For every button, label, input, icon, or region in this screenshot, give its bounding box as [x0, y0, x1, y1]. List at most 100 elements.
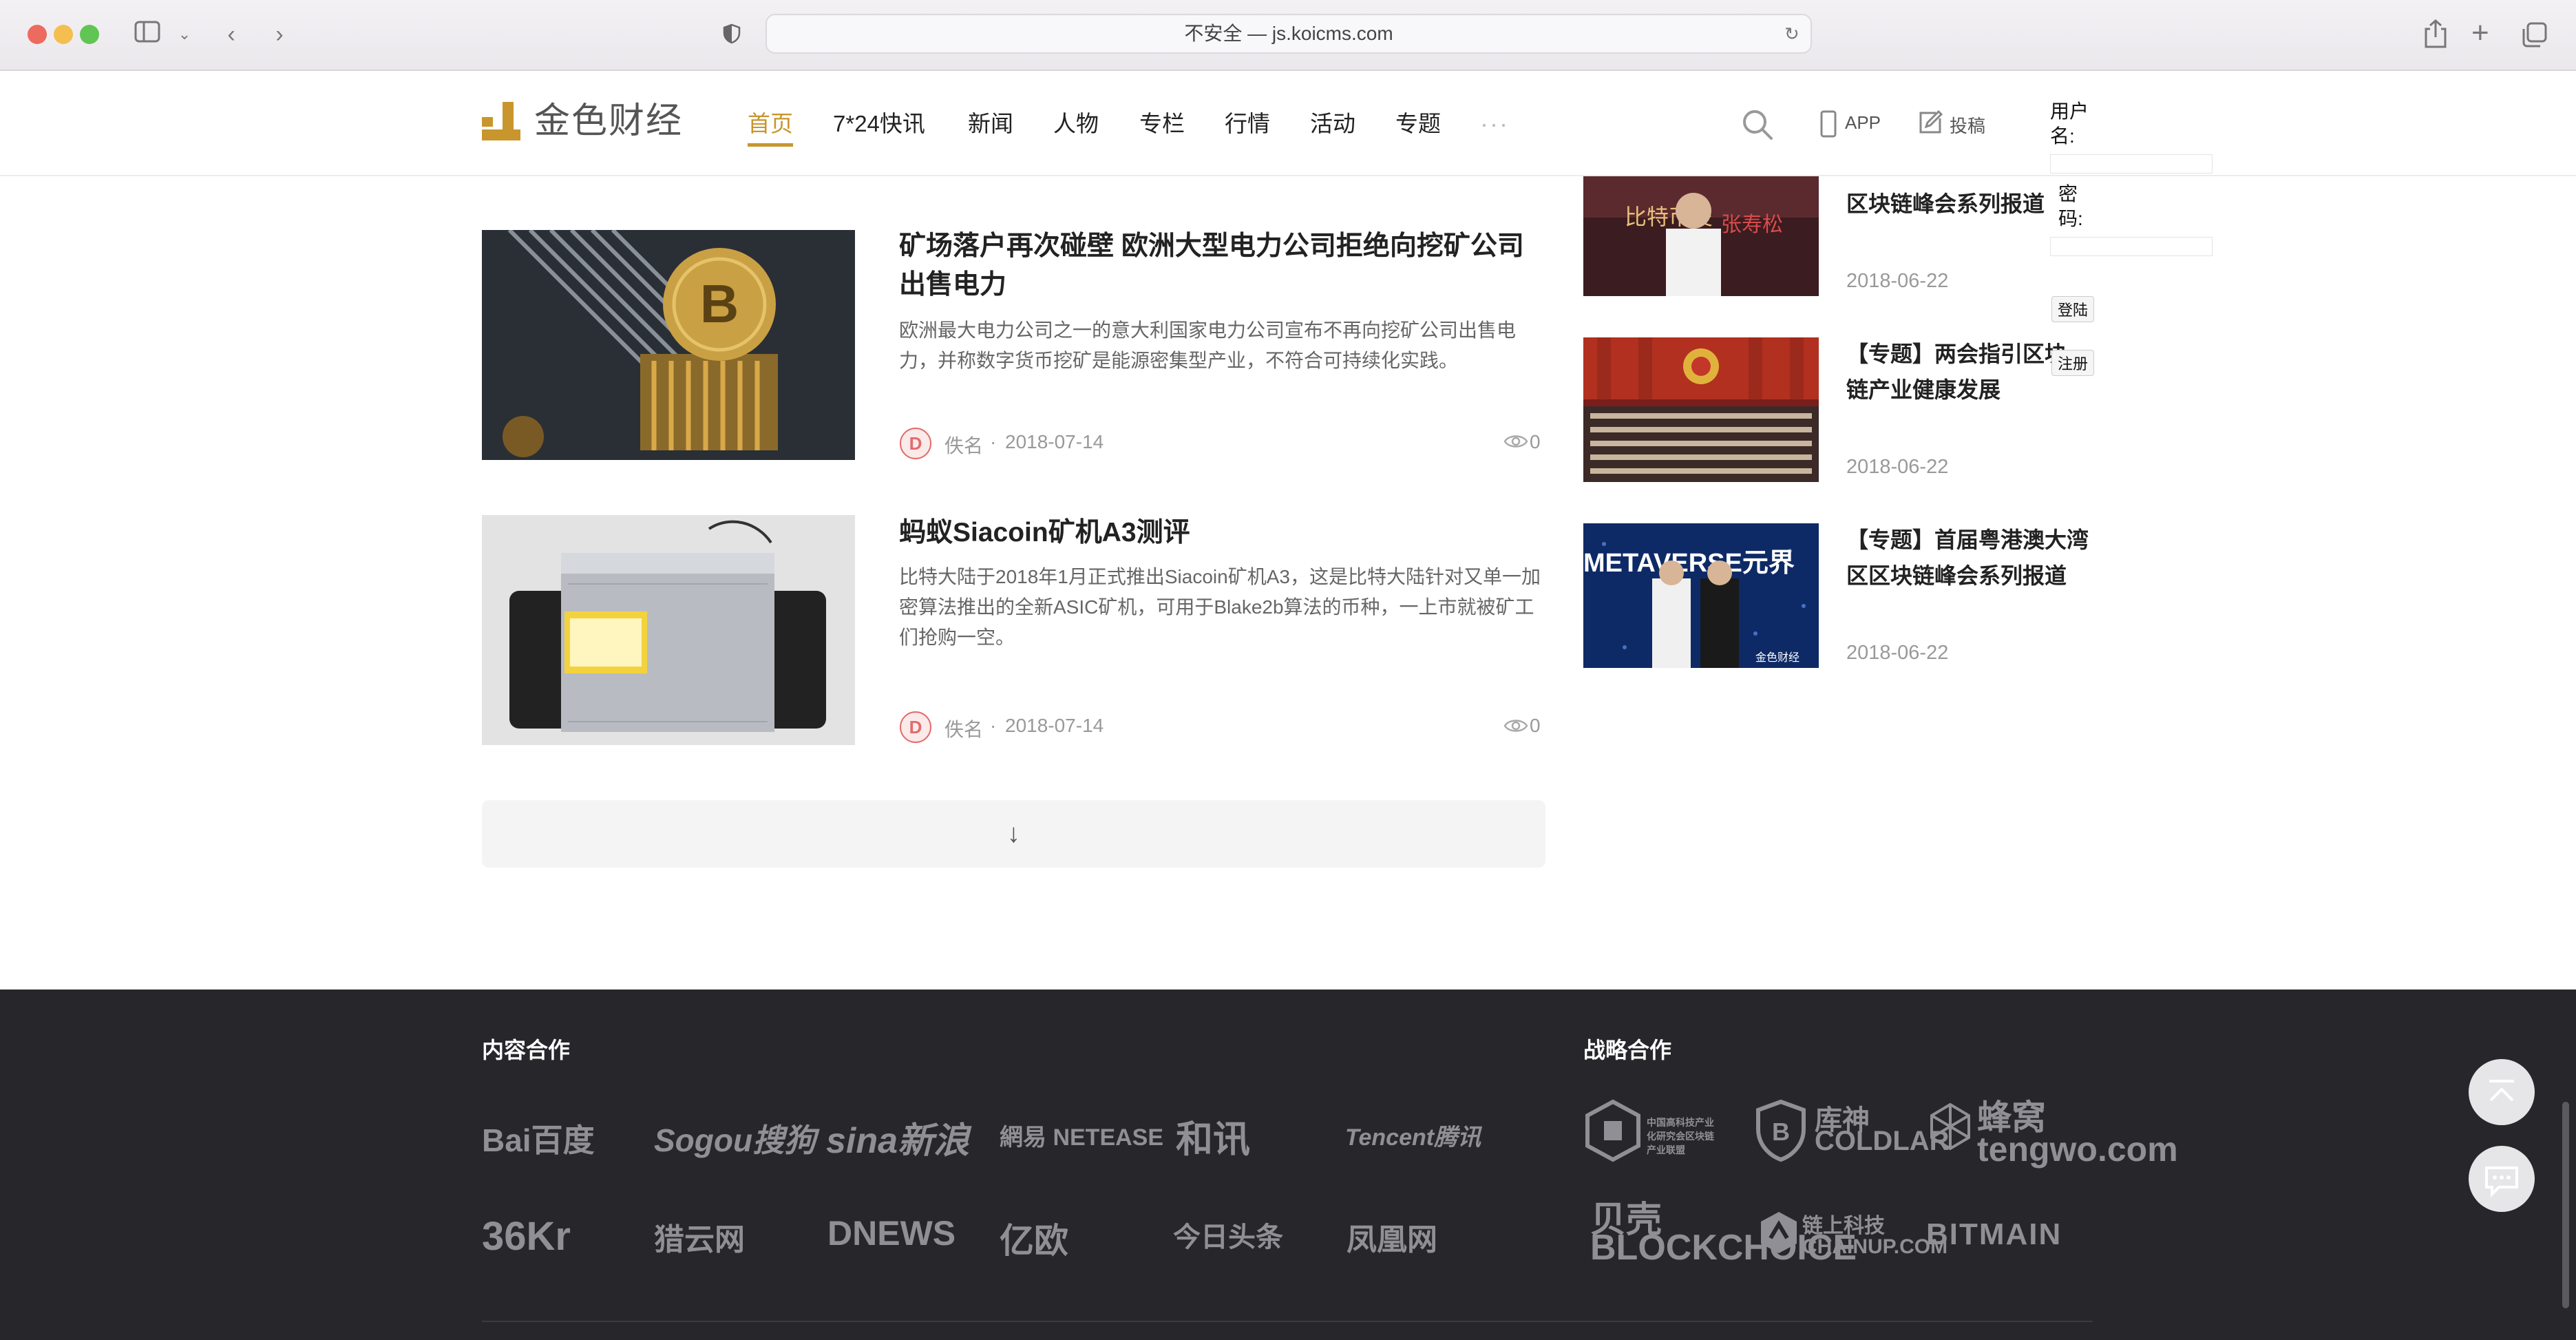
- partner-logo-dnews[interactable]: DNEWS: [827, 1213, 956, 1253]
- strategic-partners-heading: 战略合作: [1583, 1038, 1672, 1062]
- topic-date: 2018-06-22: [1846, 270, 1949, 292]
- svg-text:金色财经: 金色财经: [1755, 651, 1799, 664]
- nav-topics[interactable]: 专题: [1395, 109, 1441, 139]
- article-thumbnail[interactable]: B: [482, 230, 855, 460]
- topic-title[interactable]: 区块链峰会系列报道: [1846, 186, 2053, 222]
- phone-icon[interactable]: [1820, 110, 1837, 138]
- browser-toolbar: ⌄ ‹ › 不安全 — js.koicms.com ↻ +: [0, 0, 2576, 71]
- chevron-down-icon[interactable]: ⌄: [171, 21, 198, 48]
- zoom-window-button[interactable]: [80, 25, 99, 44]
- chat-icon[interactable]: [2469, 1146, 2535, 1212]
- partner-logo-union-icon[interactable]: [1583, 1099, 1643, 1162]
- partner-logo-coldlar-icon[interactable]: B: [1755, 1099, 1806, 1162]
- sidebar-toggle-icon[interactable]: [134, 21, 161, 48]
- partner-logo-tengwo-icon[interactable]: [1926, 1102, 1974, 1160]
- partner-logo-ifeng[interactable]: 凤凰网: [1347, 1215, 1437, 1259]
- topic-thumbnail[interactable]: 比特币交 张寿松: [1583, 176, 1819, 296]
- article-thumbnail[interactable]: [482, 515, 855, 745]
- partner-logo-tengwo[interactable]: 蜂窝 tengwo.com: [1977, 1100, 2178, 1166]
- partner-logo-sina[interactable]: sina新浪: [826, 1111, 969, 1163]
- partner-logo-lieyun[interactable]: 猎云网: [654, 1215, 745, 1259]
- load-more-button[interactable]: ↓: [482, 800, 1545, 868]
- username-input[interactable]: [2050, 154, 2213, 174]
- app-link[interactable]: APP: [1845, 112, 1881, 134]
- svg-text:METAVERSE元界: METAVERSE元界: [1583, 549, 1795, 578]
- address-bar[interactable]: 不安全 — js.koicms.com: [766, 14, 1812, 54]
- edit-icon[interactable]: [1918, 109, 1943, 135]
- page-scrollbar[interactable]: [2562, 1102, 2569, 1308]
- view-count: 0: [1530, 431, 1541, 452]
- partner-logo-bitmain[interactable]: BITMAIN: [1926, 1217, 2062, 1252]
- footer-divider: [482, 1321, 2093, 1322]
- site-logo-text[interactable]: 金色财经: [534, 101, 683, 142]
- shield-icon[interactable]: [721, 23, 742, 44]
- search-icon[interactable]: [1742, 109, 1773, 140]
- nav-flash[interactable]: 7*24快讯: [833, 109, 925, 139]
- partner-logo-chainup[interactable]: 链上科技 CHAINUP.COM: [1802, 1216, 1947, 1257]
- author-avatar[interactable]: D: [899, 427, 932, 460]
- topic-date: 2018-06-22: [1846, 456, 1949, 478]
- eye-icon: [1503, 432, 1528, 450]
- partner-logo-coldlar[interactable]: 库神 COLDLAR: [1815, 1107, 1950, 1155]
- article-summary: 比特大陆于2018年1月正式推出Siacoin矿机A3，这是比特大陆针对又单一加…: [899, 566, 1541, 648]
- topic-thumbnail[interactable]: METAVERSE元界 金色财经: [1583, 523, 1819, 668]
- svg-text:B: B: [1772, 1118, 1790, 1146]
- nav-column[interactable]: 专栏: [1139, 109, 1185, 139]
- author-avatar[interactable]: D: [899, 711, 932, 744]
- submit-article-link[interactable]: 投稿: [1950, 112, 1985, 138]
- site-footer: [0, 990, 2576, 1340]
- topic-title[interactable]: 【专题】两会指引区块链产业健康发展: [1846, 336, 2067, 408]
- new-tab-icon[interactable]: +: [2471, 18, 2489, 48]
- partner-logo-union[interactable]: 中国高科技产业化研究会区块链产业联盟: [1647, 1116, 1722, 1157]
- partner-logo-toutiao[interactable]: 今日头条: [1173, 1215, 1283, 1255]
- svg-text:D: D: [909, 433, 922, 454]
- minimize-window-button[interactable]: [54, 25, 73, 44]
- partner-logo-chainup-icon[interactable]: [1760, 1211, 1798, 1256]
- nav-home[interactable]: 首页: [748, 109, 793, 139]
- forward-icon[interactable]: ›: [266, 21, 293, 48]
- article-author[interactable]: 佚名: [944, 715, 983, 742]
- topic-title[interactable]: 【专题】首届粤港澳大湾区区块链峰会系列报道: [1846, 522, 2094, 594]
- register-button[interactable]: 注册: [2051, 350, 2095, 376]
- partner-logo-blockchoice[interactable]: 贝壳 BLOCKCHOICE: [1590, 1202, 1857, 1266]
- topic-thumbnail[interactable]: [1583, 337, 1819, 482]
- article-title[interactable]: 矿场落户再次碰壁 欧洲大型电力公司拒绝向挖矿公司出售电力: [899, 227, 1546, 304]
- article-summary: 欧洲最大电力公司之一的意大利国家电力公司宣布不再向挖矿公司出售电力，并称数字货币…: [899, 320, 1517, 371]
- nav-more-icon[interactable]: ···: [1480, 109, 1509, 139]
- partner-logo-yiou[interactable]: 亿欧: [1000, 1213, 1068, 1263]
- svg-text:张寿松: 张寿松: [1721, 213, 1783, 236]
- content-partners-heading: 内容合作: [482, 1038, 571, 1062]
- site-logo-icon[interactable]: [482, 102, 520, 140]
- back-to-top-button[interactable]: [2469, 1059, 2535, 1125]
- nav-market[interactable]: 行情: [1225, 109, 1270, 139]
- reload-icon[interactable]: ↻: [1784, 23, 1802, 44]
- share-icon[interactable]: [2423, 19, 2451, 50]
- svg-text:B: B: [700, 273, 739, 334]
- username-label: 用户名:: [2050, 101, 2089, 147]
- nav-active-underline: [748, 143, 793, 147]
- password-input[interactable]: [2050, 237, 2213, 256]
- partner-logo-baidu[interactable]: Bai百度: [482, 1116, 595, 1161]
- url-text: 不安全 — js.koicms.com: [1184, 23, 1393, 44]
- password-label: 密码:: [2058, 183, 2083, 229]
- close-window-button[interactable]: [28, 25, 47, 44]
- article-author[interactable]: 佚名: [944, 431, 983, 459]
- partner-logo-tencent[interactable]: Tencent腾讯: [1345, 1118, 1481, 1152]
- tab-overview-icon[interactable]: [2521, 22, 2547, 48]
- meta-separator: ·: [990, 715, 997, 736]
- login-button[interactable]: 登陆: [2051, 296, 2095, 322]
- view-count: 0: [1530, 715, 1541, 736]
- svg-text:D: D: [909, 717, 922, 737]
- nav-people[interactable]: 人物: [1053, 109, 1099, 139]
- nav-events[interactable]: 活动: [1310, 109, 1355, 139]
- partner-logo-hexun[interactable]: 和讯: [1176, 1109, 1250, 1163]
- partner-logo-36kr[interactable]: 36Kr: [482, 1213, 571, 1259]
- back-icon[interactable]: ‹: [218, 21, 245, 48]
- nav-news[interactable]: 新闻: [968, 109, 1013, 139]
- article-title[interactable]: 蚂蚁Siacoin矿机A3测评: [899, 514, 1546, 552]
- article-date: 2018-07-14: [1005, 431, 1104, 452]
- partner-logo-sogou[interactable]: Sogou搜狗: [654, 1116, 816, 1161]
- eye-icon: [1503, 717, 1528, 735]
- partner-logo-netease[interactable]: 網易 NETEASE: [1000, 1118, 1163, 1152]
- topic-date: 2018-06-22: [1846, 642, 1949, 664]
